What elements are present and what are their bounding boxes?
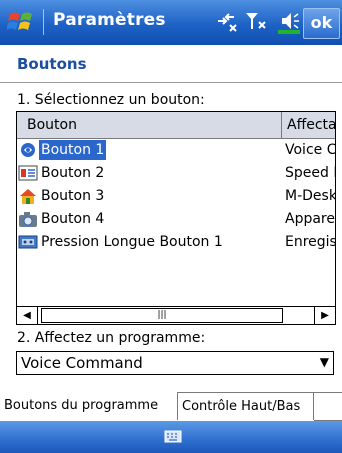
home-icon bbox=[20, 189, 36, 204]
scroll-right-icon[interactable]: ▶ bbox=[314, 307, 335, 324]
list-item[interactable]: Bouton 3 M-Desk bbox=[17, 185, 335, 208]
list-item[interactable]: Pression Longue Bouton 1 Enregistr bbox=[17, 231, 335, 254]
buttons-list[interactable]: Bouton Affectati Bouton 1 Voice Co Bouto… bbox=[16, 111, 336, 325]
list-item-value: Speed Di bbox=[285, 165, 335, 181]
bottom-menu-bar bbox=[0, 421, 342, 453]
header-divider bbox=[0, 82, 342, 83]
camera-icon bbox=[19, 212, 37, 227]
list-item-name: Bouton 3 bbox=[41, 188, 105, 204]
list-item-name: Bouton 1 bbox=[39, 140, 107, 160]
page-title: Boutons bbox=[17, 55, 87, 73]
scroll-left-icon[interactable]: ◀ bbox=[17, 307, 38, 324]
connectivity-icon[interactable] bbox=[214, 9, 240, 35]
voice-icon bbox=[21, 143, 35, 157]
title-bar: Paramètres ok bbox=[0, 0, 342, 45]
program-select-value: Voice Command bbox=[21, 354, 143, 372]
chevron-down-icon[interactable]: ▼ bbox=[320, 355, 329, 369]
list-item-value: Voice Co bbox=[285, 142, 336, 158]
keyboard-icon[interactable] bbox=[164, 428, 182, 445]
signal-icon[interactable] bbox=[244, 9, 272, 35]
list-item-name: Bouton 4 bbox=[41, 211, 105, 227]
list-item-value: M-Desk bbox=[285, 188, 336, 204]
column-header-button[interactable]: Bouton bbox=[17, 112, 282, 138]
tab-up-down-control[interactable]: Contrôle Haut/Bas bbox=[178, 392, 314, 420]
speed-dial-icon bbox=[18, 165, 38, 181]
volume-icon[interactable] bbox=[276, 9, 306, 35]
recorder-icon bbox=[18, 235, 38, 249]
tab-program-buttons[interactable]: Boutons du programme bbox=[0, 392, 178, 420]
list-item[interactable]: Bouton 2 Speed Di bbox=[17, 162, 335, 185]
list-header: Bouton Affectati bbox=[17, 112, 335, 139]
list-item-name: Bouton 2 bbox=[41, 165, 105, 181]
title-separator bbox=[43, 9, 44, 35]
tab-bar: Boutons du programme Contrôle Haut/Bas bbox=[0, 392, 342, 421]
list-rows: Bouton 1 Voice Co Bouton 2 Speed Di Bout… bbox=[17, 139, 335, 254]
step1-label: 1. Sélectionnez un bouton: bbox=[17, 92, 205, 108]
windows-start-icon[interactable] bbox=[7, 8, 37, 36]
program-select[interactable]: Voice Command ▼ bbox=[16, 351, 334, 375]
list-item-value: Enregistr bbox=[285, 234, 335, 250]
column-header-assignment[interactable]: Affectati bbox=[283, 112, 335, 138]
list-item[interactable]: Bouton 1 Voice Co bbox=[17, 139, 335, 162]
list-item-value: Appareil bbox=[285, 211, 335, 227]
list-item[interactable]: Bouton 4 Appareil bbox=[17, 208, 335, 231]
list-item-name: Pression Longue Bouton 1 bbox=[41, 234, 223, 250]
app-title: Paramètres bbox=[53, 10, 166, 30]
ok-button[interactable]: ok bbox=[303, 8, 340, 39]
step2-label: 2. Affectez un programme: bbox=[17, 330, 206, 346]
scroll-thumb[interactable]: ||| bbox=[41, 308, 283, 323]
horizontal-scrollbar[interactable]: ◀ ||| ▶ bbox=[17, 306, 335, 324]
